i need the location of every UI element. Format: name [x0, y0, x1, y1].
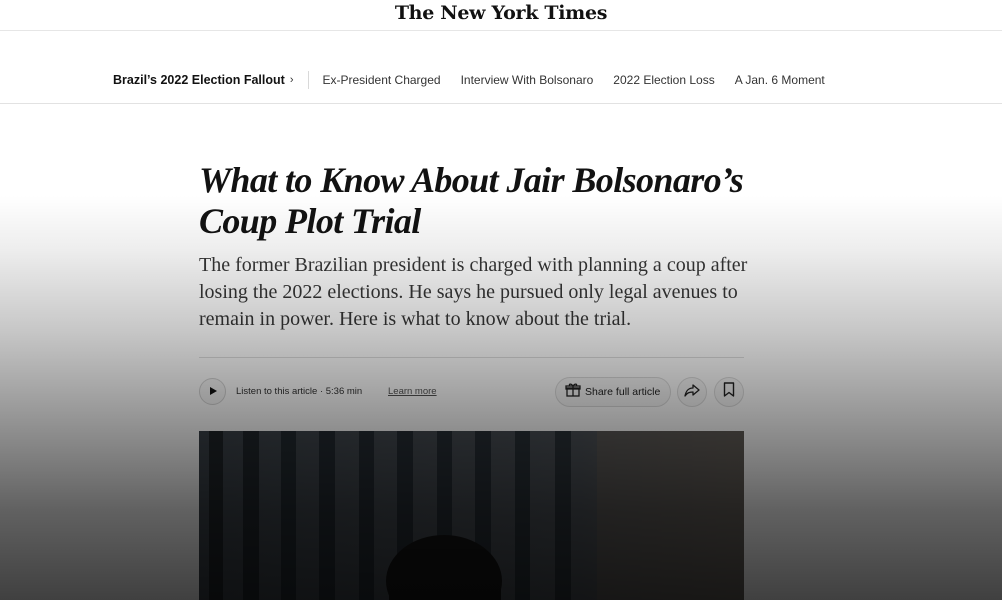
page: The New York Times Brazil’s 2022 Electio… — [0, 0, 1002, 600]
share-button[interactable] — [677, 377, 707, 407]
article-headline: What to Know About Jair Bolsonaro’s Coup… — [199, 160, 744, 241]
lead-photo-image — [199, 431, 744, 600]
nyt-logo[interactable]: The New York Times — [395, 2, 608, 24]
listen-label: Listen to this article · 5:36 min — [236, 386, 363, 397]
series-title-link[interactable]: Brazil’s 2022 Election Fallout — [113, 73, 285, 87]
masthead: The New York Times — [0, 0, 1002, 31]
share-arrow-icon — [684, 383, 700, 402]
nav-divider — [307, 71, 309, 89]
chevron-right-icon: › — [289, 74, 294, 86]
learn-more-link[interactable]: Learn more — [388, 386, 437, 397]
nav-link-2022-election-loss[interactable]: 2022 Election Loss — [613, 73, 714, 87]
nav-link-interview-with-bolsonaro[interactable]: Interview With Bolsonaro — [461, 73, 594, 87]
play-icon — [208, 383, 218, 401]
article-summary: The former Brazilian president is charge… — [199, 254, 748, 330]
section-nav: Brazil’s 2022 Election Fallout › Ex-Pres… — [0, 31, 1002, 104]
article-toolbar: Listen to this article · 5:36 min Learn … — [199, 377, 744, 408]
divider — [199, 357, 744, 358]
bookmark-icon — [723, 382, 735, 402]
gift-icon — [565, 382, 581, 403]
share-full-article-button[interactable]: Share full article — [555, 377, 671, 407]
nav-link-jan-6-moment[interactable]: A Jan. 6 Moment — [735, 73, 825, 87]
bookmark-button[interactable] — [714, 377, 744, 407]
share-label: Share full article — [585, 386, 661, 398]
nav-link-ex-president-charged[interactable]: Ex-President Charged — [323, 73, 441, 87]
section-nav-items: Brazil’s 2022 Election Fallout › Ex-Pres… — [113, 71, 845, 89]
lead-photo — [199, 431, 744, 600]
play-audio-button[interactable] — [199, 378, 226, 405]
